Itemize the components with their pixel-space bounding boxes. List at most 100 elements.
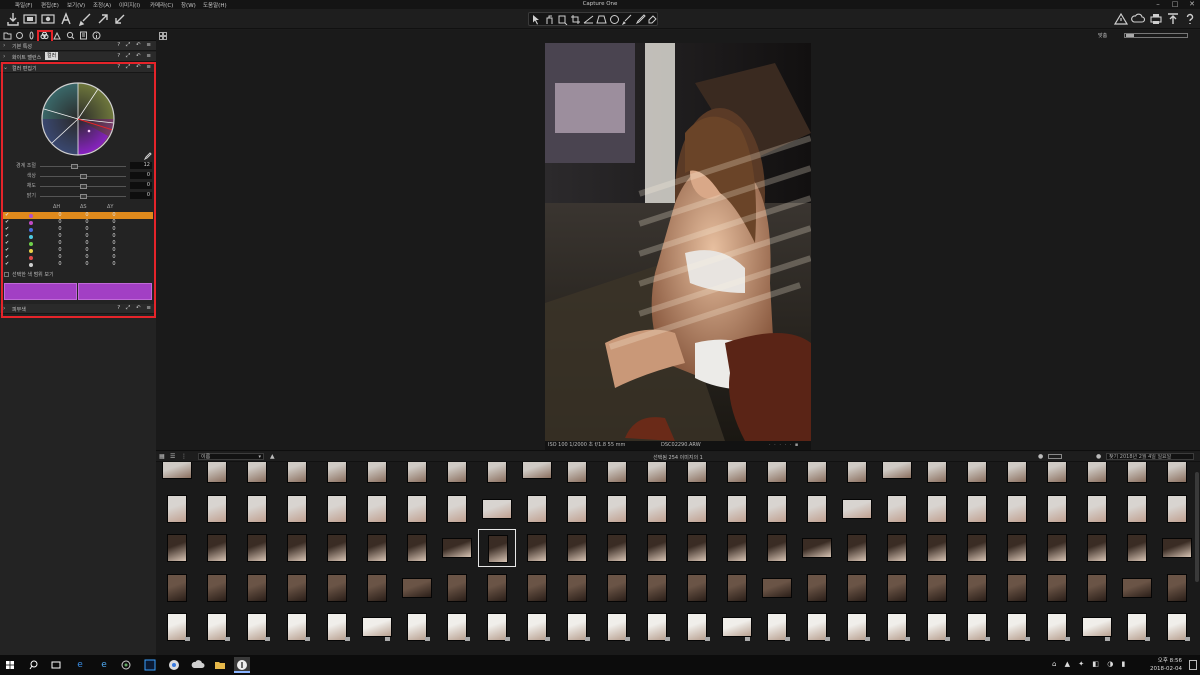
thumbnail[interactable] <box>358 462 396 488</box>
thumbnail[interactable] <box>1158 490 1196 528</box>
loupe-cursor-icon[interactable] <box>557 14 568 25</box>
user-icon[interactable]: ● <box>1038 453 1043 460</box>
user-icon[interactable]: ● <box>1096 453 1101 460</box>
thumbnail[interactable] <box>718 608 756 646</box>
minimize-button[interactable]: – <box>1150 0 1166 9</box>
thumbnail[interactable] <box>238 490 276 528</box>
thumbnail[interactable] <box>598 462 636 488</box>
capture-icon[interactable] <box>23 12 37 26</box>
edge-icon[interactable]: e <box>72 657 88 673</box>
search-input[interactable]: 찾기 2018년 2월 4일 일요일 <box>1106 453 1194 460</box>
menu-window[interactable]: 창(W) <box>181 1 196 9</box>
thumbnail[interactable] <box>1158 462 1196 488</box>
thumbnail[interactable] <box>1118 490 1156 528</box>
thumbnail[interactable] <box>598 608 636 646</box>
panel-controls[interactable]: ? ⤢ ↶ ≡ <box>117 42 153 49</box>
thumbnail[interactable] <box>678 462 716 488</box>
thumbnail[interactable] <box>198 462 236 488</box>
thumbnail[interactable] <box>438 529 476 567</box>
thumbnail[interactable] <box>398 608 436 646</box>
thumbnail[interactable] <box>1118 529 1156 567</box>
zoom-control[interactable]: 맞춤 <box>1098 32 1198 40</box>
panel-controls[interactable]: ? ⤢ ↶ ≡ <box>117 53 153 60</box>
menu-adjust[interactable]: 조정(A) <box>93 1 111 9</box>
list-view-icon[interactable]: ☰ <box>170 453 175 460</box>
thumbnail[interactable] <box>318 608 356 646</box>
thumbnail[interactable] <box>838 490 876 528</box>
upload-icon[interactable] <box>1166 12 1180 26</box>
thumbnail[interactable] <box>598 569 636 607</box>
thumbnail[interactable] <box>718 462 756 488</box>
thumbnail[interactable] <box>758 462 796 488</box>
maximize-button[interactable]: □ <box>1167 0 1183 9</box>
thumbnail[interactable] <box>238 569 276 607</box>
thumbnail[interactable] <box>238 529 276 567</box>
lens-tab-icon[interactable] <box>27 31 36 40</box>
thumbnail[interactable] <box>398 462 436 488</box>
keystone-cursor-icon[interactable] <box>596 14 607 25</box>
thumbnail[interactable] <box>518 608 556 646</box>
eraser-cursor-icon[interactable] <box>647 14 658 25</box>
thumbnail[interactable] <box>678 529 716 567</box>
menu-image[interactable]: 이미지(I) <box>119 1 140 9</box>
thumbnail[interactable] <box>958 608 996 646</box>
thumbnail[interactable] <box>798 462 836 488</box>
thumbnail[interactable] <box>598 490 636 528</box>
thumbnail[interactable] <box>838 529 876 567</box>
thumbnail[interactable] <box>278 569 316 607</box>
thumbnail[interactable] <box>478 462 516 488</box>
thumbnail[interactable] <box>358 569 396 607</box>
spot-cursor-icon[interactable] <box>609 14 620 25</box>
thumbnail[interactable] <box>798 569 836 607</box>
thumbnail[interactable] <box>918 529 956 567</box>
thumbnail[interactable] <box>238 462 276 488</box>
print-icon[interactable] <box>1149 12 1163 26</box>
thumbnail[interactable] <box>958 462 996 488</box>
capture-one-icon[interactable] <box>234 657 250 673</box>
warning-icon[interactable] <box>1114 12 1128 26</box>
thumbnail[interactable] <box>358 608 396 646</box>
thumbnail[interactable] <box>718 569 756 607</box>
thumbnail[interactable] <box>518 529 556 567</box>
thumbnail[interactable] <box>1038 608 1076 646</box>
thumbnail[interactable] <box>638 608 676 646</box>
thumbnail[interactable] <box>398 490 436 528</box>
thumbnail[interactable] <box>758 608 796 646</box>
thumbnail[interactable] <box>878 569 916 607</box>
thumbnail[interactable] <box>1158 608 1196 646</box>
task-view-icon[interactable] <box>48 657 64 673</box>
thumbnail[interactable] <box>558 462 596 488</box>
thumbnail[interactable] <box>198 490 236 528</box>
thumbnail[interactable] <box>718 529 756 567</box>
exposure-tab-icon[interactable] <box>53 31 62 40</box>
camera-icon[interactable] <box>41 12 55 26</box>
thumbnail[interactable] <box>398 569 436 607</box>
thumbnail[interactable] <box>838 462 876 488</box>
thumbnail[interactable] <box>478 608 516 646</box>
thumbnail[interactable] <box>1118 608 1156 646</box>
thumbnail[interactable] <box>998 462 1036 488</box>
thumbnail[interactable] <box>318 462 356 488</box>
thumbnail[interactable] <box>1038 569 1076 607</box>
folder-icon[interactable] <box>3 31 12 40</box>
thumbnail[interactable] <box>518 462 556 488</box>
thumbnail[interactable] <box>798 490 836 528</box>
cloud-app-icon[interactable] <box>190 657 206 673</box>
info-tab-icon[interactable] <box>92 31 101 40</box>
thumbnail[interactable] <box>558 569 596 607</box>
thumbnail[interactable] <box>918 569 956 607</box>
thumbnail[interactable] <box>438 608 476 646</box>
system-tray-icons[interactable]: ⌂ ▲ ✦ ◧ ◑ ▮ <box>1052 660 1128 668</box>
text-icon[interactable] <box>59 12 73 26</box>
details-tab-icon[interactable] <box>66 31 75 40</box>
crop-cursor-icon[interactable] <box>570 14 581 25</box>
thumbnail[interactable] <box>638 569 676 607</box>
thumbnail[interactable] <box>638 490 676 528</box>
thumbnail[interactable] <box>478 490 516 528</box>
thumbnail[interactable] <box>558 608 596 646</box>
thumbnail[interactable] <box>1038 490 1076 528</box>
thumbnail[interactable] <box>918 608 956 646</box>
thumbnail[interactable] <box>878 462 916 488</box>
thumbnail[interactable] <box>1118 462 1156 488</box>
menu-help[interactable]: 도움말(H) <box>203 1 227 9</box>
